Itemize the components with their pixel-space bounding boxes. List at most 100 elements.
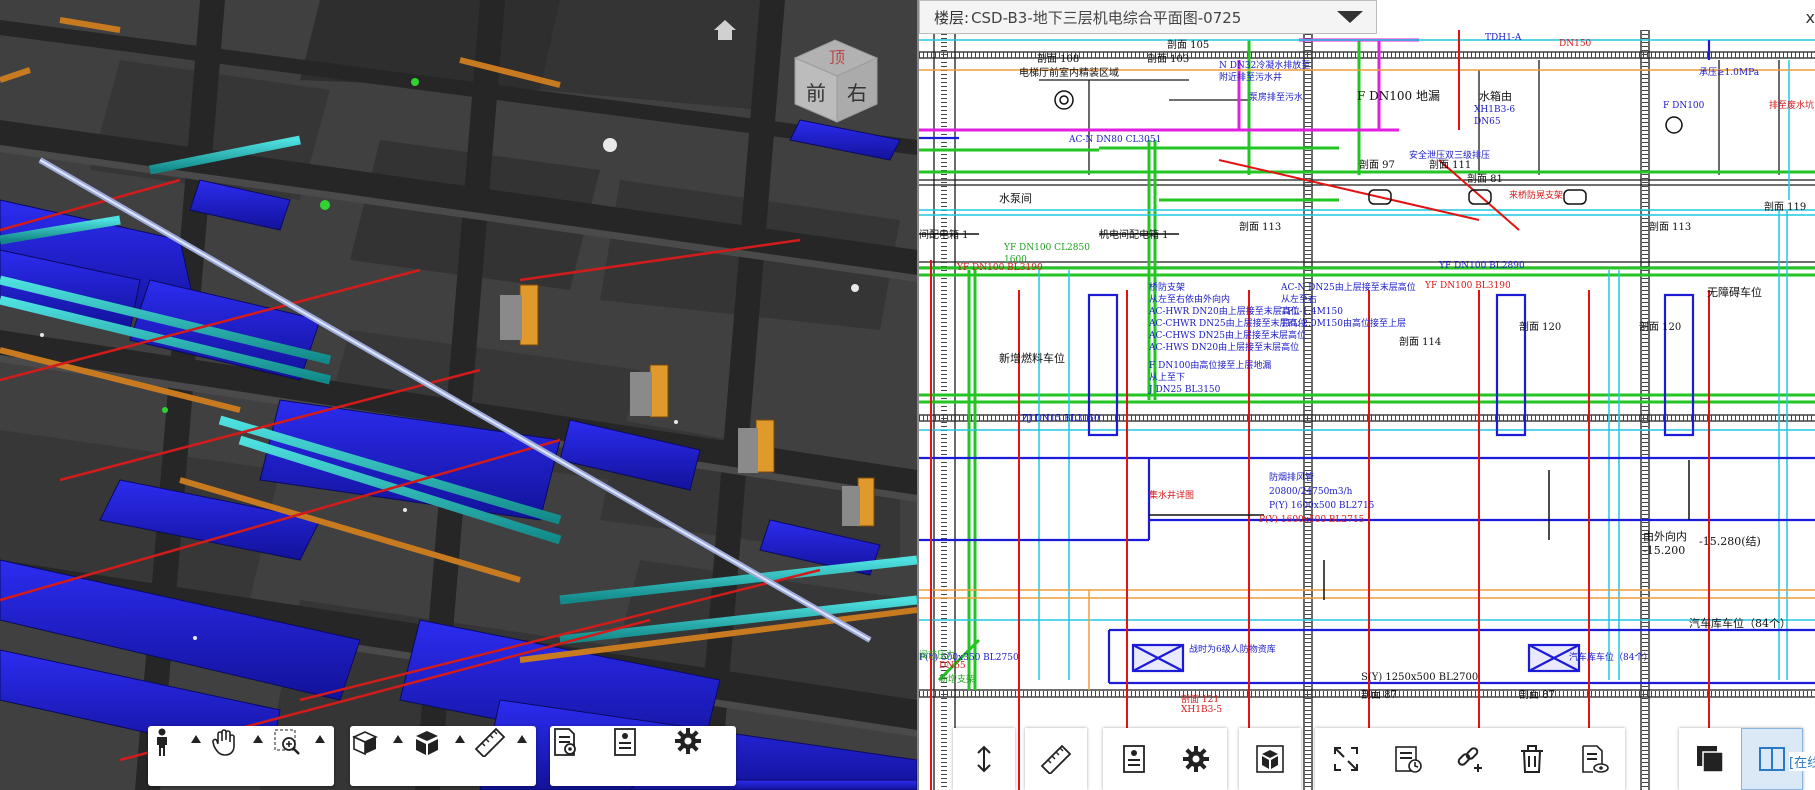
cad-note: 泵房排至污水: [1249, 91, 1303, 103]
properties-icon: [614, 728, 636, 756]
cad-note: 集水井详图: [1149, 489, 1194, 501]
link-button[interactable]: [1439, 728, 1501, 790]
cad-note: 剖面 114: [1399, 335, 1441, 348]
submenu-indicator: [393, 735, 403, 743]
ruler-icon: [1040, 744, 1072, 774]
cad-note: 20800/24750m3/h: [1269, 487, 1353, 497]
cad-note: 防烟排风管: [1269, 471, 1314, 483]
cad-note: S(Y) 1250x500 BL2700: [1361, 672, 1478, 683]
model-browser-button[interactable]: [550, 727, 612, 785]
cad-note: TDH1-A: [1485, 33, 1522, 43]
section-box-icon: [352, 731, 378, 756]
vertical-move-button[interactable]: [953, 728, 1015, 790]
cad-note: 剖面 103: [1147, 52, 1189, 65]
explode-model-button[interactable]: [412, 727, 474, 785]
section-box-button[interactable]: [350, 727, 412, 785]
cad-note: 剖面 121: [1181, 693, 1219, 705]
cad-note: XH1B3-6: [1474, 105, 1515, 115]
hand-pan-icon: [212, 729, 235, 756]
measure-button[interactable]: [1025, 728, 1087, 790]
cad-note: 电梯厅前室内精装区域: [1019, 66, 1119, 79]
cad-note: 战时为6级人防物资库: [1189, 643, 1276, 655]
review-button[interactable]: [1563, 728, 1625, 790]
cad-note: YF DN100 BL3190: [1424, 281, 1511, 291]
cad-note: 剖面 81: [1467, 172, 1503, 185]
view-cube[interactable]: 顶 前 右: [785, 28, 885, 128]
3d-model-viewport[interactable]: 顶 前 右: [0, 0, 917, 790]
zoom-window-button[interactable]: [272, 727, 334, 785]
properties-button[interactable]: [612, 727, 674, 785]
properties-icon: [1123, 745, 1145, 773]
cad-note: 从左至右: [1281, 293, 1317, 305]
pan-mode-button[interactable]: [210, 727, 272, 785]
dropdown-caret-icon[interactable]: [1326, 3, 1374, 31]
arrow-updown-icon: [977, 745, 991, 773]
cad-note: AC-CHWS DN25由上层接至末层高位: [1148, 329, 1306, 341]
cad-note: F DN100由高位接至上层地漏: [1149, 359, 1271, 371]
cad-note: AC-N DN80 CL3051: [1068, 135, 1161, 145]
walk-mode-button[interactable]: [148, 727, 210, 785]
properties-button[interactable]: [1103, 728, 1165, 790]
cad-note: 剖面 105: [1167, 38, 1209, 51]
online-model-toggle[interactable]: [在线模型]: [1789, 737, 1815, 785]
cad-note: DN65: [1474, 117, 1501, 127]
3d-model-render[interactable]: [0, 0, 917, 790]
layers-icon: [1697, 746, 1724, 773]
cad-note: 来桥防晃支架: [1509, 189, 1563, 201]
submenu-indicator: [253, 735, 263, 743]
cad-note: 由外向内: [1643, 529, 1687, 543]
cad-note: 剖面 120: [1639, 320, 1681, 333]
document-eye-icon: [1582, 745, 1609, 773]
cad-note: YF DN100 BL2890: [1438, 261, 1525, 271]
submenu-indicator: [455, 735, 465, 743]
drawing-toolbar-group-4: [1239, 728, 1301, 790]
cad-drawing[interactable]: 剖面 105 剖面 108 剖面 103 电梯厅前室内精装区域 F DN100 …: [919, 0, 1815, 790]
submenu-indicator: [191, 735, 201, 743]
settings-button[interactable]: [1165, 728, 1227, 790]
cad-note: 排至废水坑: [1769, 99, 1814, 111]
delete-button[interactable]: [1501, 728, 1563, 790]
cad-note: 桥防支架: [1149, 281, 1185, 293]
navigation-toolbar: [148, 726, 334, 786]
zoom-window-icon: [274, 729, 300, 755]
floor-value: CSD-B3-地下三层机电综合平面图-0725: [971, 8, 1242, 27]
cad-note: 剖面 87: [1519, 688, 1555, 701]
history-button[interactable]: [1377, 728, 1439, 790]
cad-note: 从左至右依由外向内: [1149, 293, 1230, 305]
cad-note: 安全泄压双三级排压: [1409, 149, 1490, 161]
cad-note: 水泵间: [999, 192, 1032, 205]
cad-note: DN150: [1559, 39, 1592, 49]
gear-icon: [1183, 746, 1209, 772]
expand-arrows-icon: [1334, 747, 1358, 771]
cad-note: 剖面 119: [1764, 200, 1806, 213]
cad-note: 汽车库车位（84个）: [1689, 616, 1791, 630]
cad-note: 剖面 108: [1037, 52, 1079, 65]
explode-cube-icon: [416, 731, 438, 755]
drawing-toolbar-group-2: [1025, 728, 1087, 790]
fullscreen-button[interactable]: [1315, 728, 1377, 790]
cad-note: 承压≥1.0MPa: [1699, 67, 1760, 78]
cad-note: AC-HWR DN20由上层接至末层高位: [1148, 305, 1300, 317]
3d-view-button[interactable]: [1239, 728, 1301, 790]
floor-label: 楼层:: [934, 8, 970, 27]
cad-note: 间配电箱 1: [919, 228, 969, 241]
drawing-toolbar: [953, 728, 1015, 790]
settings-button[interactable]: [674, 727, 736, 785]
close-button[interactable]: x: [1806, 8, 1815, 27]
cad-note: TFL-1.4M150: [1281, 307, 1343, 317]
cad-note: 剖面 120: [1519, 320, 1561, 333]
cad-note: 汽车库车位（84个）: [1569, 651, 1652, 663]
home-icon[interactable]: [712, 18, 738, 42]
cad-note: 机电间配电箱 1: [1099, 228, 1169, 241]
2d-drawing-viewport[interactable]: 剖面 105 剖面 108 剖面 103 电梯厅前室内精装区域 F DN100 …: [919, 0, 1815, 790]
measure-button[interactable]: [474, 727, 536, 785]
layers-button[interactable]: [1679, 728, 1741, 790]
viewcube-right-label: 右: [847, 81, 867, 105]
online-model-label: [在线模型]: [1789, 751, 1815, 771]
info-toolbar: [550, 726, 736, 786]
person-walk-icon: [157, 728, 167, 756]
floor-selector[interactable]: 楼层: CSD-B3-地下三层机电综合平面图-0725: [919, 0, 1377, 34]
cad-note: F DN100 地漏: [1357, 89, 1440, 103]
cad-note: AC-HWS DN20由上层接至末层高位: [1148, 341, 1299, 353]
drawing-toolbar-group-3: [1103, 728, 1227, 790]
